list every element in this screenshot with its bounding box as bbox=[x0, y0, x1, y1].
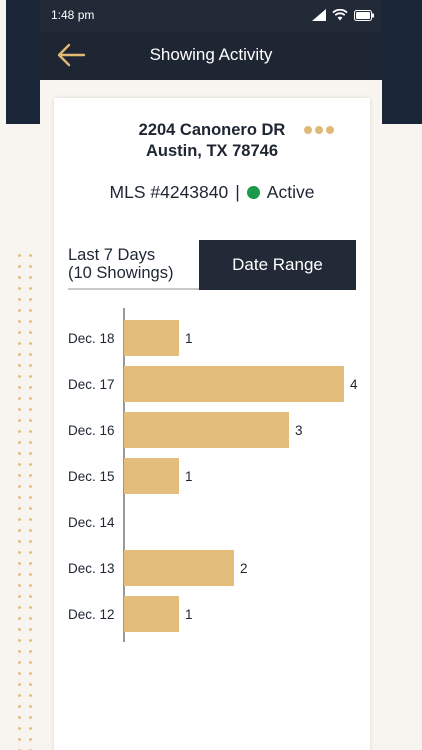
bar bbox=[124, 458, 179, 494]
mls-status-line: MLS #4243840 | Active bbox=[54, 182, 370, 203]
category-tick-label: Dec. 15 bbox=[68, 469, 115, 484]
tab-last-7-days-count: (10 Showings) bbox=[68, 264, 174, 282]
range-tabs: Last 7 Days (10 Showings) Date Range bbox=[68, 240, 356, 290]
category-tick-label: Dec. 13 bbox=[68, 561, 115, 576]
bar-value-label: 3 bbox=[295, 423, 303, 438]
category-tick-label: Dec. 14 bbox=[68, 515, 115, 530]
status-bar: 1:48 pm bbox=[40, 0, 382, 32]
bar bbox=[124, 596, 179, 632]
mls-number: MLS #4243840 bbox=[109, 182, 229, 202]
bar bbox=[124, 412, 289, 448]
page-title: Showing Activity bbox=[149, 45, 273, 64]
nav-bar: Showing Activity bbox=[40, 32, 382, 80]
bar-value-label: 1 bbox=[185, 607, 193, 622]
wifi-icon bbox=[332, 9, 348, 21]
tab-date-range[interactable]: Date Range bbox=[199, 240, 356, 290]
bar bbox=[124, 550, 234, 586]
status-icons bbox=[312, 9, 374, 21]
bar bbox=[124, 320, 179, 356]
phone-screen: 1:48 pm Showing Activity 2204 Canonero D… bbox=[40, 0, 382, 750]
tab-last-7-days[interactable]: Last 7 Days (10 Showings) bbox=[68, 240, 199, 290]
category-tick-label: Dec. 12 bbox=[68, 607, 115, 622]
separator: | bbox=[235, 182, 240, 202]
category-tick-label: Dec. 18 bbox=[68, 331, 115, 346]
tab-last-7-days-label: Last 7 Days bbox=[68, 246, 156, 264]
category-tick-label: Dec. 17 bbox=[68, 377, 115, 392]
showings-chart: Dec. 18 1 Dec. 17 4 Dec. 16 3 Dec. 15 1 Dec. 14 D… bbox=[54, 308, 370, 648]
address-line-2: Austin, TX 78746 bbox=[145, 142, 279, 160]
bar-value-label: 2 bbox=[240, 561, 248, 576]
battery-icon bbox=[354, 9, 374, 21]
signal-icon bbox=[312, 9, 326, 21]
category-tick-label: Dec. 16 bbox=[68, 423, 115, 438]
status-time: 1:48 pm bbox=[51, 8, 95, 22]
bar bbox=[124, 366, 344, 402]
bar-value-label: 1 bbox=[185, 469, 193, 484]
showings-bar-chart: Dec. 18 1 Dec. 17 4 Dec. 16 3 Dec. 15 1 Dec. 14 D… bbox=[68, 308, 358, 642]
listing-card: 2204 Canonero DR Austin, TX 78746 MLS #4… bbox=[54, 98, 370, 750]
more-options-icon[interactable] bbox=[304, 126, 334, 134]
active-status-dot-icon bbox=[246, 186, 260, 199]
bar-value-label: 1 bbox=[185, 331, 193, 346]
listing-status: Active bbox=[266, 182, 315, 202]
bar-value-label: 4 bbox=[350, 377, 358, 392]
